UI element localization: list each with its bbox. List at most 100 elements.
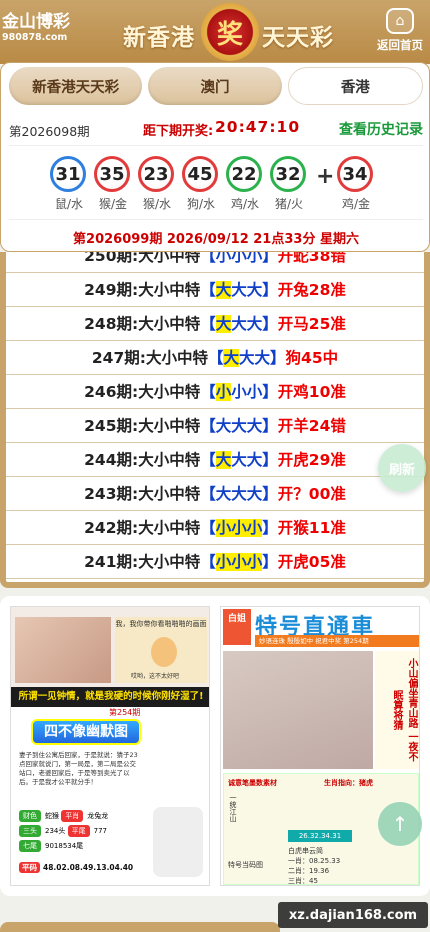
divider bbox=[9, 145, 423, 146]
history-pick: 【大大大】 bbox=[207, 349, 286, 367]
draw-ball: 45 狗/水 bbox=[182, 156, 220, 212]
grid-teal-numbers: 26.32.34.31 bbox=[288, 830, 352, 842]
grid-red-2: 生肖指向：猪虎 bbox=[324, 779, 373, 787]
pick-char: 大 bbox=[231, 315, 247, 333]
ball-zodiac: 猴/金 bbox=[98, 197, 128, 211]
history-result: 开兔28准 bbox=[277, 281, 346, 299]
tab-hongkong[interactable]: 香港 bbox=[287, 67, 423, 105]
pick-char: 小 bbox=[215, 519, 232, 537]
period-number: 第2026098期 bbox=[9, 124, 90, 139]
result-card: 新香港天天彩 澳门 香港 第2026098期 距下期开奖: 20:47:10 查… bbox=[0, 62, 430, 252]
ball-zodiac: 鼠/水 bbox=[54, 197, 84, 211]
history-pick: 【小小小】 bbox=[200, 383, 278, 401]
app-header: 金山博彩 980878.com 新香港 奖 天天彩 ⌂ 返回首页 bbox=[0, 0, 430, 64]
draw-ball: 32 猪/火 bbox=[270, 156, 308, 212]
ball-number: 35 bbox=[94, 156, 130, 192]
draw-ball: 31 鼠/水 bbox=[50, 156, 88, 212]
side-badge: 白姐 bbox=[223, 609, 251, 645]
express-side-text: 小山偏坐青山路 一夜不眠算将猜 bbox=[375, 651, 419, 769]
next-draw-info: 第2026099期 2026/09/12 21点33分 星期六 bbox=[73, 232, 359, 247]
cartoon-face-icon bbox=[151, 637, 177, 667]
poster-tags: 财色 蛇猴 平肖 龙兔龙 三头 234头 平尾 777 七尾 9018534尾 bbox=[19, 807, 159, 852]
divider bbox=[9, 219, 423, 220]
brand-logo[interactable]: 金山博彩 980878.com bbox=[2, 12, 70, 44]
pick-char: 大 bbox=[215, 315, 232, 333]
comic-panel-photo bbox=[15, 617, 111, 683]
history-period: 244期:大小中特 bbox=[84, 451, 201, 469]
history-period: 247期:大小中特 bbox=[91, 349, 208, 367]
history-period: 249期:大小中特 bbox=[84, 281, 201, 299]
comic-caption-2: 哎哟，这不太好吧 bbox=[131, 673, 180, 680]
pick-char: 大 bbox=[246, 417, 263, 435]
history-row: 247期:大小中特【大大大】狗45中 bbox=[6, 341, 424, 375]
ball-number: 32 bbox=[270, 156, 306, 192]
history-result: 开鸡10准 bbox=[277, 383, 346, 401]
pick-char: 大 bbox=[231, 451, 247, 469]
ball-zodiac: 猪/火 bbox=[274, 197, 304, 211]
header-title-right: 天天彩 bbox=[262, 25, 334, 51]
pick-char: 大 bbox=[223, 349, 239, 367]
humor-poster-image[interactable]: 我，我你带你看啪啪啪的画面 哎哟，这不太好吧 所谓一见钟情，就是我硬的时候你刚好… bbox=[10, 606, 210, 886]
prize-logo-char: 奖 bbox=[216, 19, 243, 50]
special-ball: 34 鸡/金 bbox=[337, 156, 375, 212]
history-period: 250期:大小中特 bbox=[84, 252, 201, 265]
tag-label: 财色 bbox=[19, 810, 41, 822]
tab-macau[interactable]: 澳门 bbox=[148, 67, 282, 105]
express-header: 白姐 特号直通車 妙语连珠 殷殷如中 祝君中奖 第254期 bbox=[221, 607, 419, 647]
pick-char: 大 bbox=[238, 349, 255, 367]
tag-value: 234头 bbox=[45, 827, 66, 835]
pick-char: 小 bbox=[246, 252, 263, 265]
pick-char: 大 bbox=[246, 451, 263, 469]
history-list: 250期:大小中特【小小小】开蛇38错 249期:大小中特【大大大】开兔28准 24… bbox=[0, 252, 430, 588]
pick-char: 大 bbox=[231, 417, 247, 435]
pick-char: 大 bbox=[246, 281, 263, 299]
home-label: 返回首页 bbox=[377, 38, 423, 52]
arrow-up-icon: ↑ bbox=[391, 812, 409, 836]
history-link[interactable]: 查看历史记录 bbox=[339, 119, 423, 139]
pick-char: 大 bbox=[254, 349, 271, 367]
pick-char: 小 bbox=[246, 383, 263, 401]
pick-char: 大 bbox=[246, 315, 263, 333]
tag-value: 9018534尾 bbox=[45, 842, 84, 850]
history-row: 249期:大小中特【大大大】开兔28准 bbox=[6, 273, 424, 307]
history-result: 开猴11准 bbox=[277, 519, 346, 537]
poster-slogan: 所谓一见钟情，就是我硬的时候你刚好湿了! bbox=[11, 687, 209, 707]
tab-new-hk[interactable]: 新香港天天彩 bbox=[9, 67, 143, 105]
poster-body: 四不像幽默图 第254期 妻子到住公寓后回家，于是就说：猜子23点回家就说门，第… bbox=[11, 707, 209, 885]
pick-char: 小 bbox=[231, 383, 247, 401]
history-pick: 【大大大】 bbox=[200, 281, 278, 299]
history-result: 开羊24错 bbox=[277, 417, 346, 435]
history-row: 250期:大小中特【小小小】开蛇38错 bbox=[6, 252, 424, 273]
tag-value: 777 bbox=[93, 827, 107, 835]
history-row: 244期:大小中特【大大大】开虎29准 bbox=[6, 443, 424, 477]
watermark: xz.dajian168.com bbox=[278, 902, 428, 928]
tag-value: 蛇猴 bbox=[45, 812, 59, 820]
comic-caption: 我，我你带你看啪啪啪的画面 bbox=[115, 620, 207, 628]
scroll-top-button[interactable]: ↑ bbox=[378, 802, 422, 846]
tag-value: 龙兔龙 bbox=[87, 812, 109, 820]
tag-label: 三头 bbox=[19, 825, 41, 837]
grid-num-3: 三肖：45 bbox=[288, 877, 318, 885]
draw-ball: 23 猴/水 bbox=[138, 156, 176, 212]
prize-logo: 奖 bbox=[201, 3, 259, 61]
draw-ball: 22 鸡/水 bbox=[226, 156, 264, 212]
poster-issue: 第254期 bbox=[109, 708, 141, 717]
ball-number: 22 bbox=[226, 156, 262, 192]
grid-red-1: 诚意笔墨数素材 bbox=[228, 779, 277, 787]
tag-label: 平尾 bbox=[67, 825, 90, 837]
tag-label: 平肖 bbox=[61, 810, 84, 822]
brand-url: 980878.com bbox=[2, 32, 68, 43]
draw-balls: 31 鼠/水 35 猴/金 23 猴/水 45 狗/水 22 鸡/水 32 猪/火 +34 鸡/金 bbox=[50, 156, 390, 216]
refresh-button[interactable]: 刷新 bbox=[378, 444, 426, 492]
draw-ball: 35 猴/金 bbox=[94, 156, 132, 212]
grid-text-3: 白虎串云简 bbox=[288, 847, 323, 855]
pick-char: 大 bbox=[215, 281, 232, 299]
history-result: 开虎05准 bbox=[277, 553, 346, 571]
history-period: 243期:大小中特 bbox=[84, 485, 201, 503]
history-result: 开马25准 bbox=[277, 315, 346, 333]
home-button[interactable]: ⌂ 返回首页 bbox=[374, 6, 426, 56]
cartoon-man-icon bbox=[153, 807, 203, 877]
history-pick: 【小小小】 bbox=[200, 252, 278, 265]
history-result: 开虎29准 bbox=[277, 451, 346, 469]
poster-title: 四不像幽默图 bbox=[31, 719, 141, 745]
